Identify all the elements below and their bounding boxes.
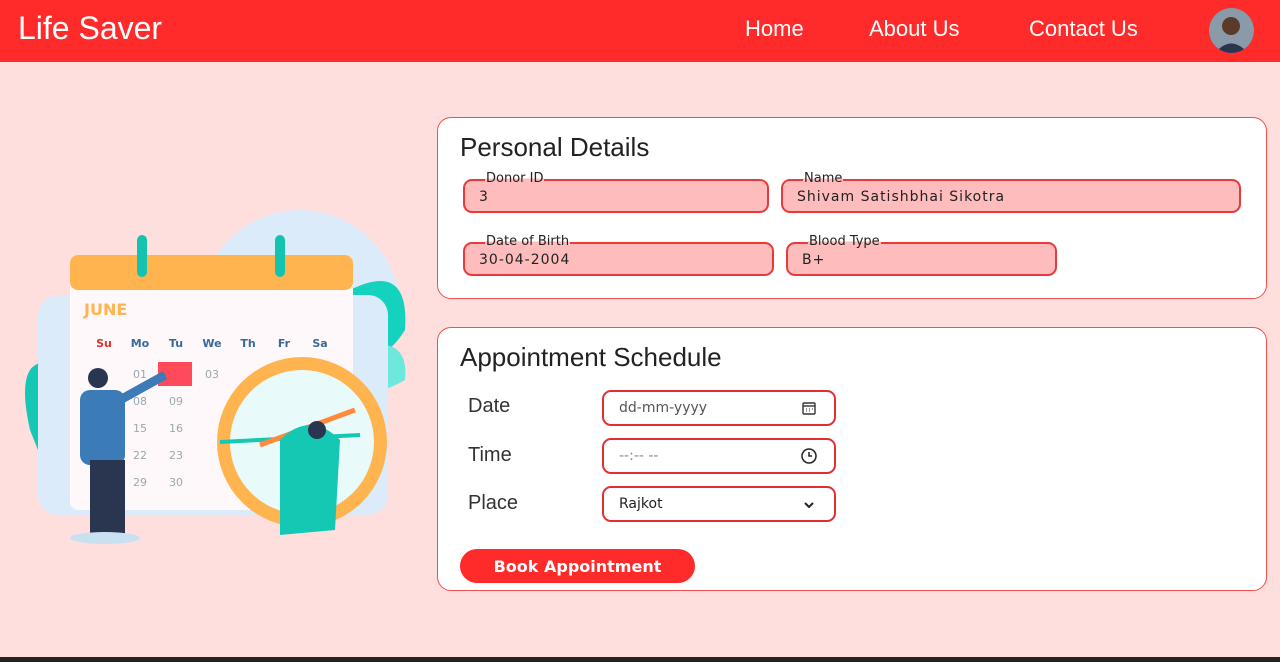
calendar-day: Th (240, 337, 255, 350)
brand-logo[interactable]: Life Saver (18, 10, 162, 47)
appointment-illustration: JUNE SuMoTuWeThFrSa010203080915162223293… (25, 210, 406, 544)
calendar-date: 22 (133, 449, 147, 462)
calendar-icon[interactable] (800, 399, 818, 417)
nav-home[interactable]: Home (745, 16, 804, 42)
book-appointment-button[interactable]: Book Appointment (460, 549, 695, 583)
calendar-date: 29 (133, 476, 147, 489)
personal-details-card: Personal Details Donor ID 3 Name Shivam Sa… (437, 117, 1267, 299)
chevron-down-icon (804, 502, 814, 509)
calendar-month: JUNE (83, 300, 127, 319)
calendar-day: Fr (278, 337, 291, 350)
calendar-day: Mo (131, 337, 150, 350)
calendar-date: 30 (169, 476, 183, 489)
blood-type-value: B+ (802, 252, 826, 268)
blood-type-field: Blood Type B+ (786, 234, 1057, 276)
name-label: Name (803, 171, 844, 186)
personal-details-title: Personal Details (460, 132, 650, 162)
calendar-date: 23 (169, 449, 183, 462)
calendar-date: 01 (133, 368, 147, 381)
place-select[interactable]: Rajkot (602, 486, 836, 522)
donor-id-value: 3 (479, 189, 489, 205)
dob-label: Date of Birth (485, 234, 571, 249)
time-label: Time (468, 444, 512, 466)
dob-field: Date of Birth 30-04-2004 (463, 234, 774, 276)
calendar-date: 09 (169, 395, 183, 408)
calendar-day: Tu (169, 337, 183, 350)
date-label: Date (468, 395, 511, 417)
nav-contact-us[interactable]: Contact Us (1029, 16, 1138, 42)
appointment-title: Appointment Schedule (460, 342, 722, 372)
nav-about-us[interactable]: About Us (869, 16, 960, 42)
navbar: Life Saver Home About Us Contact Us (0, 0, 1280, 62)
calendar-day: Sa (312, 337, 327, 350)
place-value: Rajkot (619, 496, 663, 512)
name-value: Shivam Satishbhai Sikotra (797, 189, 1006, 205)
calendar-date: 08 (133, 395, 147, 408)
calendar-date: 16 (169, 422, 183, 435)
appointment-card: Appointment Schedule Date dd-mm-yyyy Tim… (437, 327, 1267, 591)
clock-icon[interactable] (800, 447, 818, 465)
donor-id-field: Donor ID 3 (463, 171, 769, 213)
bottom-bar (0, 657, 1280, 662)
dob-value: 30-04-2004 (479, 252, 571, 268)
calendar-date: 15 (133, 422, 147, 435)
calendar-date: 03 (205, 368, 219, 381)
calendar-day: Su (96, 337, 112, 350)
date-placeholder: dd-mm-yyyy (619, 400, 708, 416)
blood-type-label: Blood Type (808, 234, 881, 249)
donor-id-label: Donor ID (485, 171, 545, 186)
name-field: Name Shivam Satishbhai Sikotra (781, 171, 1241, 213)
avatar[interactable] (1209, 8, 1254, 53)
date-input[interactable]: dd-mm-yyyy (602, 390, 836, 426)
time-input[interactable]: --:-- -- (602, 438, 836, 474)
calendar-day: We (202, 337, 221, 350)
place-label: Place (468, 492, 519, 514)
time-placeholder: --:-- -- (619, 448, 659, 464)
